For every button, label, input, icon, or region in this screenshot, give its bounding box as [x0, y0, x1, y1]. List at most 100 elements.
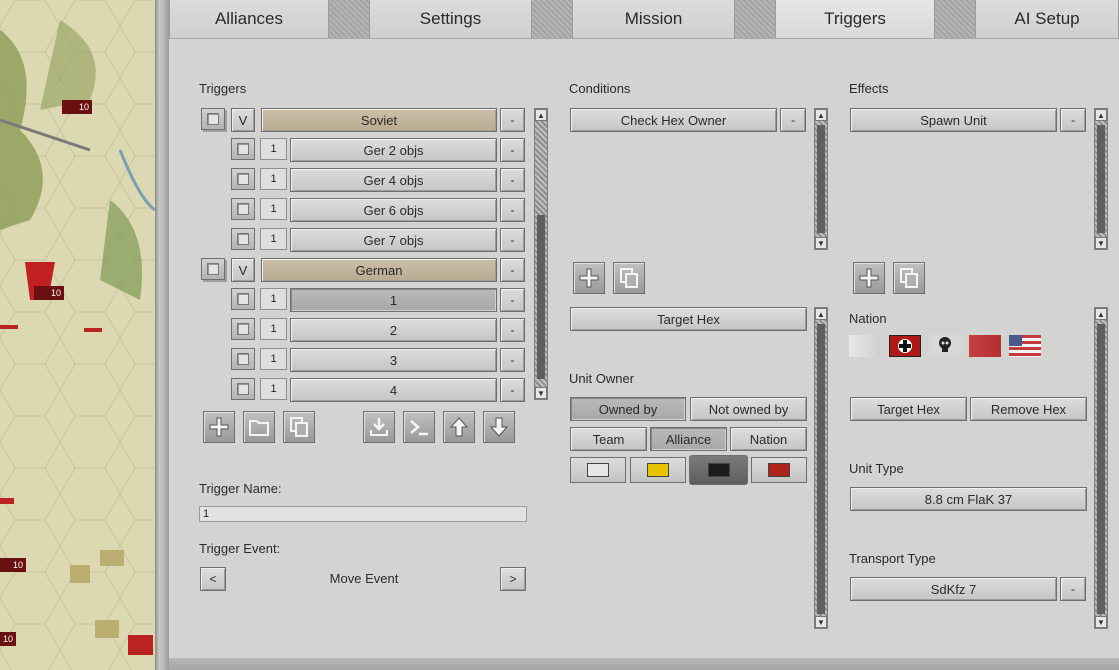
color-swatch-yellow[interactable]: [630, 457, 686, 483]
trigger-checkbox[interactable]: [231, 228, 255, 250]
usa-flag-icon[interactable]: [1009, 335, 1041, 357]
trigger-item[interactable]: 2: [290, 318, 497, 342]
remove-button[interactable]: -: [500, 108, 525, 132]
add-effect-button[interactable]: [853, 262, 885, 294]
move-down-button[interactable]: [483, 411, 515, 443]
trigger-checkbox[interactable]: [231, 318, 255, 340]
remove-button[interactable]: -: [500, 378, 525, 402]
add-condition-button[interactable]: [573, 262, 605, 294]
remove-hex-button[interactable]: Remove Hex: [970, 397, 1087, 421]
move-up-button[interactable]: [443, 411, 475, 443]
remove-button[interactable]: -: [500, 258, 525, 282]
trigger-count[interactable]: 1: [260, 318, 287, 340]
effect-item[interactable]: Spawn Unit: [850, 108, 1057, 132]
trigger-name-input[interactable]: 1: [199, 506, 527, 522]
scroll-down-icon[interactable]: ▼: [815, 237, 827, 249]
trigger-count[interactable]: 1: [260, 228, 287, 250]
trigger-count[interactable]: 1: [260, 288, 287, 310]
trigger-checkbox[interactable]: [231, 288, 255, 310]
scroll-down-icon[interactable]: ▼: [535, 387, 547, 399]
scroll-down-icon[interactable]: ▼: [1095, 616, 1107, 628]
trigger-checkbox[interactable]: [231, 198, 255, 220]
trigger-count[interactable]: 1: [260, 198, 287, 220]
remove-button[interactable]: -: [500, 138, 525, 162]
owned-by-button[interactable]: Owned by: [570, 397, 686, 421]
copy-trigger-button[interactable]: [283, 411, 315, 443]
triggers-scrollbar[interactable]: ▲ ▼: [534, 108, 548, 400]
remove-condition-button[interactable]: -: [780, 108, 806, 132]
trigger-count[interactable]: 1: [260, 168, 287, 190]
condition-target-hex-button[interactable]: Target Hex: [570, 307, 807, 331]
trigger-checkbox[interactable]: [231, 378, 255, 400]
remove-button[interactable]: -: [500, 228, 525, 252]
copy-effect-button[interactable]: [893, 262, 925, 294]
scroll-thumb[interactable]: [817, 324, 825, 614]
transport-type-select[interactable]: SdKfz 7: [850, 577, 1057, 601]
remove-button[interactable]: -: [500, 288, 525, 312]
condition-params-scrollbar[interactable]: ▲ ▼: [814, 307, 828, 629]
trigger-checkbox[interactable]: [231, 138, 255, 160]
add-trigger-button[interactable]: [203, 411, 235, 443]
soviet-flag-icon[interactable]: [969, 335, 1001, 357]
trigger-item[interactable]: 4: [290, 378, 497, 402]
import-button[interactable]: [363, 411, 395, 443]
condition-item[interactable]: Check Hex Owner: [570, 108, 777, 132]
trigger-item[interactable]: Ger 7 objs: [290, 228, 497, 252]
trigger-group-german[interactable]: German: [261, 258, 497, 282]
next-event-button[interactable]: >: [500, 567, 526, 591]
tab-alliances[interactable]: Alliances: [169, 0, 329, 38]
trigger-item[interactable]: 3: [290, 348, 497, 372]
tab-settings[interactable]: Settings: [369, 0, 532, 38]
color-swatch-white[interactable]: [570, 457, 626, 483]
trigger-group-checkbox[interactable]: [201, 258, 225, 280]
scroll-up-icon[interactable]: ▲: [815, 308, 827, 320]
console-button[interactable]: [403, 411, 435, 443]
trigger-group-toggle[interactable]: V: [231, 108, 255, 132]
trigger-item[interactable]: Ger 4 objs: [290, 168, 497, 192]
neutral-flag-icon[interactable]: [849, 335, 881, 357]
scroll-up-icon[interactable]: ▲: [1095, 308, 1107, 320]
scroll-thumb[interactable]: [1097, 125, 1105, 233]
not-owned-by-button[interactable]: Not owned by: [690, 397, 807, 421]
trigger-count[interactable]: 1: [260, 348, 287, 370]
remove-button[interactable]: -: [500, 348, 525, 372]
trigger-item[interactable]: Ger 2 objs: [290, 138, 497, 162]
trigger-group-soviet[interactable]: Soviet: [261, 108, 497, 132]
skull-flag-icon[interactable]: [929, 335, 961, 357]
remove-button[interactable]: -: [500, 198, 525, 222]
trigger-checkbox[interactable]: [231, 168, 255, 190]
scroll-up-icon[interactable]: ▲: [1095, 109, 1107, 121]
tab-triggers[interactable]: Triggers: [775, 0, 935, 38]
trigger-group-checkbox[interactable]: [201, 108, 225, 130]
scroll-down-icon[interactable]: ▼: [815, 616, 827, 628]
scroll-thumb[interactable]: [817, 125, 825, 233]
unit-type-select[interactable]: 8.8 cm FlaK 37: [850, 487, 1087, 511]
remove-button[interactable]: -: [500, 318, 525, 342]
scroll-up-icon[interactable]: ▲: [535, 109, 547, 121]
prev-event-button[interactable]: <: [200, 567, 226, 591]
trigger-checkbox[interactable]: [231, 348, 255, 370]
trigger-item-selected[interactable]: 1: [290, 288, 497, 312]
tab-ai-setup[interactable]: AI Setup: [975, 0, 1119, 38]
effects-scrollbar[interactable]: ▲ ▼: [1094, 108, 1108, 250]
color-swatch-black[interactable]: [689, 455, 748, 485]
trigger-count[interactable]: 1: [260, 378, 287, 400]
scroll-down-icon[interactable]: ▼: [1095, 237, 1107, 249]
effect-params-scrollbar[interactable]: ▲ ▼: [1094, 307, 1108, 629]
tab-mission[interactable]: Mission: [572, 0, 735, 38]
remove-transport-button[interactable]: -: [1060, 577, 1086, 601]
open-folder-button[interactable]: [243, 411, 275, 443]
copy-condition-button[interactable]: [613, 262, 645, 294]
color-swatch-red[interactable]: [751, 457, 807, 483]
remove-effect-button[interactable]: -: [1060, 108, 1086, 132]
scroll-thumb[interactable]: [1097, 324, 1105, 614]
team-button[interactable]: Team: [570, 427, 647, 451]
german-flag-icon[interactable]: [889, 335, 921, 357]
trigger-count[interactable]: 1: [260, 138, 287, 160]
effect-target-hex-button[interactable]: Target Hex: [850, 397, 967, 421]
conditions-scrollbar[interactable]: ▲ ▼: [814, 108, 828, 250]
alliance-button[interactable]: Alliance: [650, 427, 727, 451]
scroll-thumb[interactable]: [537, 215, 545, 379]
scroll-up-icon[interactable]: ▲: [815, 109, 827, 121]
trigger-group-toggle[interactable]: V: [231, 258, 255, 282]
